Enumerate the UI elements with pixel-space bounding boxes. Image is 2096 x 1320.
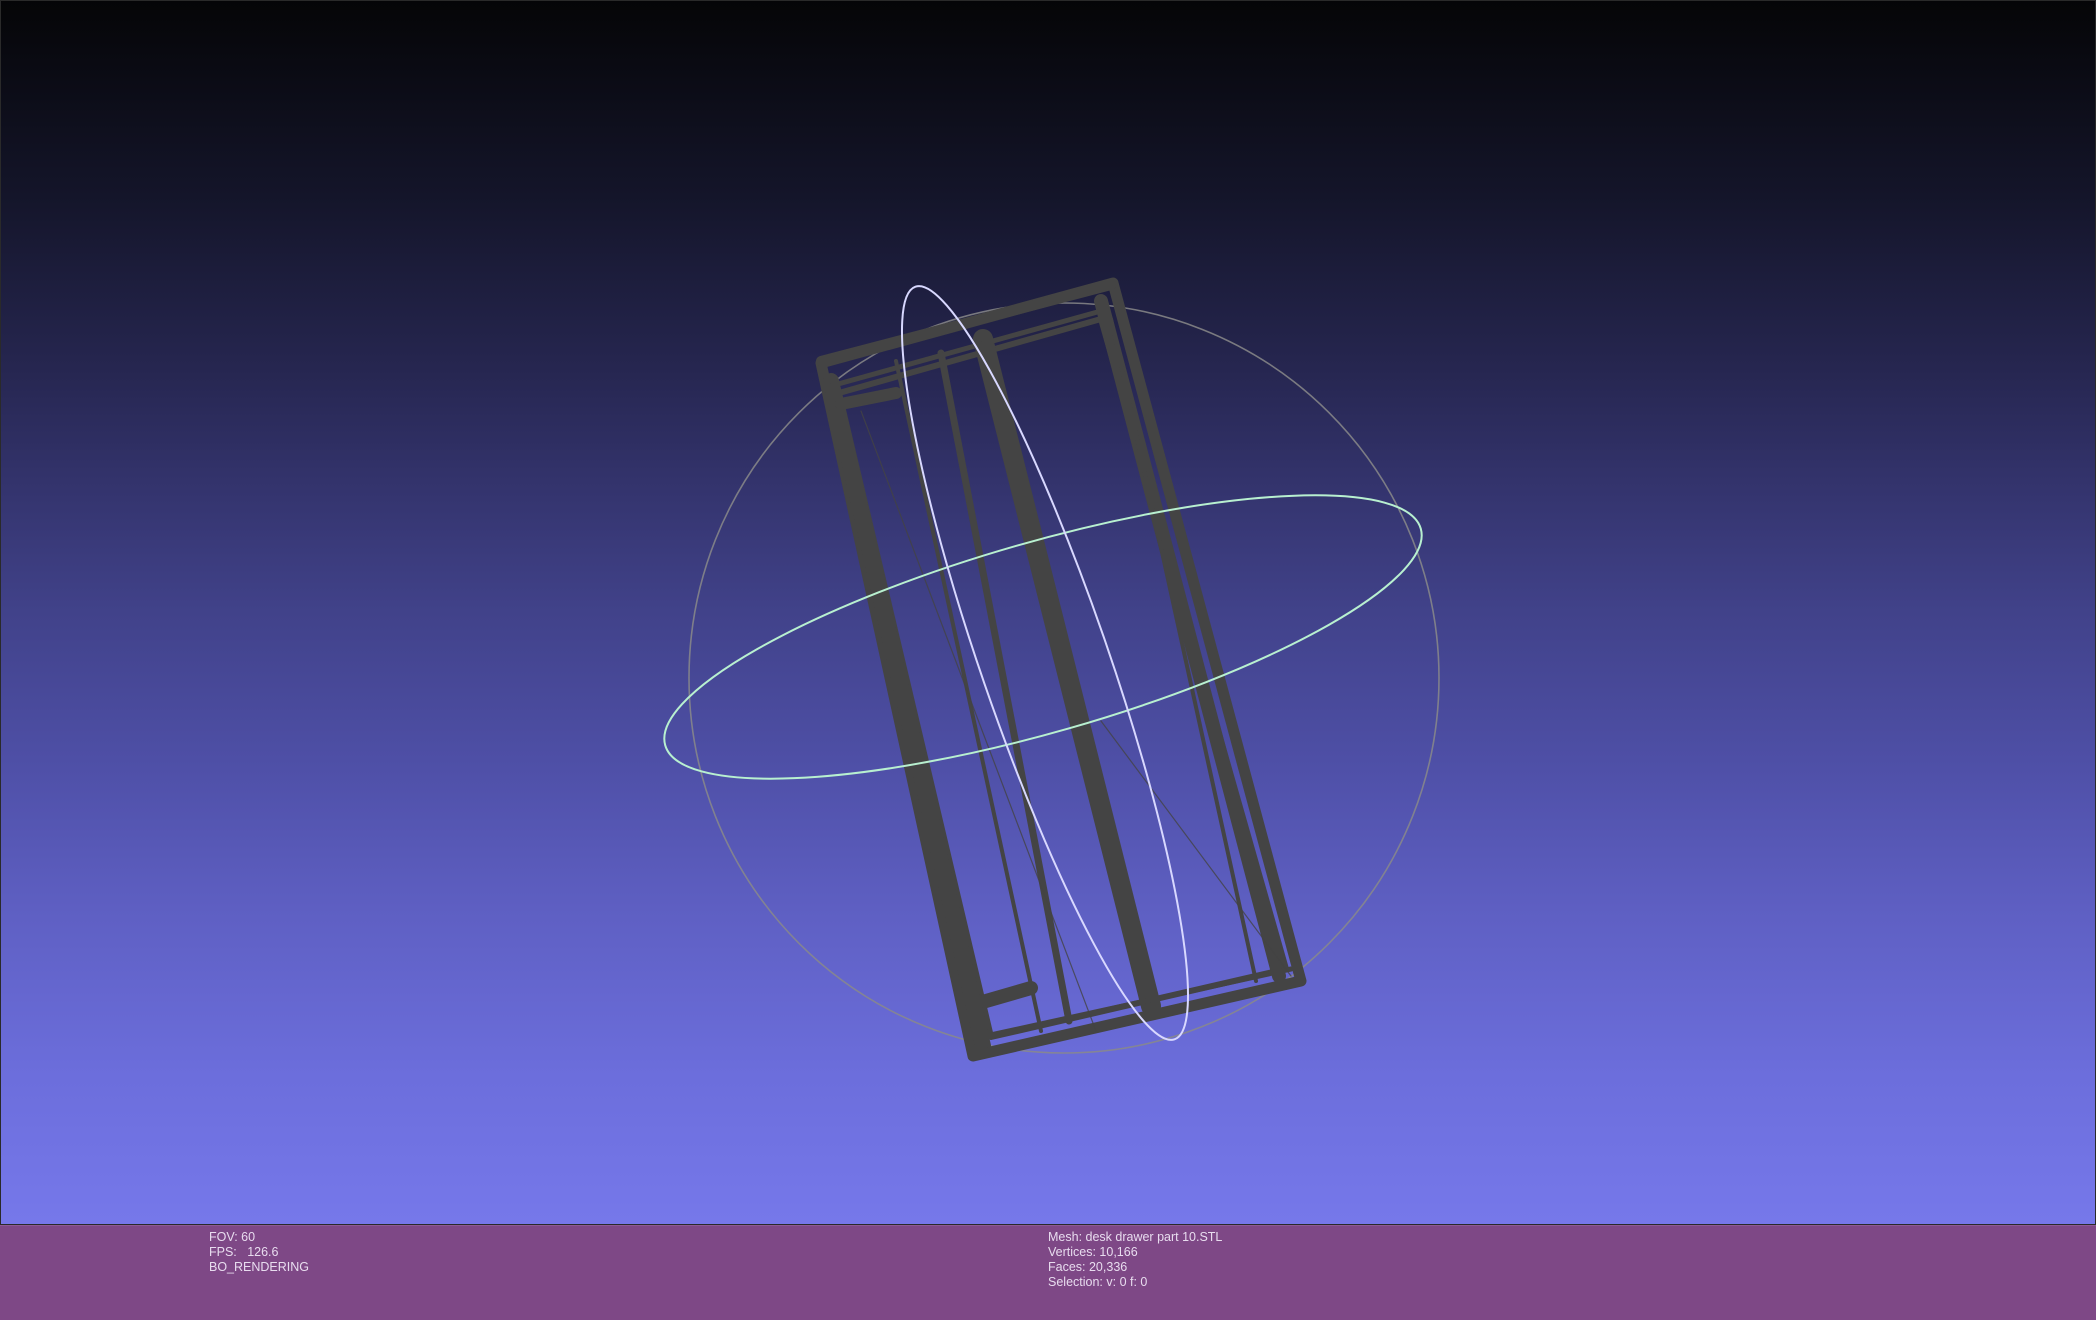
mesh-info-panel: Mesh: desk drawer part 10.STL Vertices: …: [1048, 1230, 1222, 1290]
mesh-left-wall: [823, 373, 991, 1054]
mesh-tab-top: [835, 387, 902, 410]
mesh-divider-1: [973, 329, 1161, 1016]
selection-readout: Selection: v: 0 f: 0: [1048, 1275, 1148, 1289]
render-mode-readout: BO_RENDERING: [209, 1260, 310, 1274]
3d-viewport[interactable]: [0, 0, 2096, 1225]
status-info-bar: FOV: 60 FPS: 126.6 BO_RENDERING Mesh: de…: [0, 1225, 2096, 1320]
vertices-readout: Vertices: 10,166: [1048, 1245, 1138, 1259]
trackball-horizontal-ring[interactable]: [639, 437, 1447, 836]
faces-readout: Faces: 20,336: [1048, 1260, 1128, 1274]
render-info-panel: FOV: 60 FPS: 126.6 BO_RENDERING: [209, 1230, 309, 1275]
mesh-name-readout: Mesh: desk drawer part 10.STL: [1048, 1230, 1223, 1244]
fps-readout: FPS: 126.6: [209, 1245, 279, 1259]
fov-readout: FOV: 60: [209, 1230, 256, 1244]
mesh-right-inner: [1109, 317, 1258, 983]
scene-canvas[interactable]: [1, 1, 2096, 1226]
mesh-model[interactable]: [815, 277, 1307, 1062]
trackball-vertical-ring[interactable]: [855, 266, 1235, 1060]
mesh-tab-bottom: [979, 981, 1038, 1008]
